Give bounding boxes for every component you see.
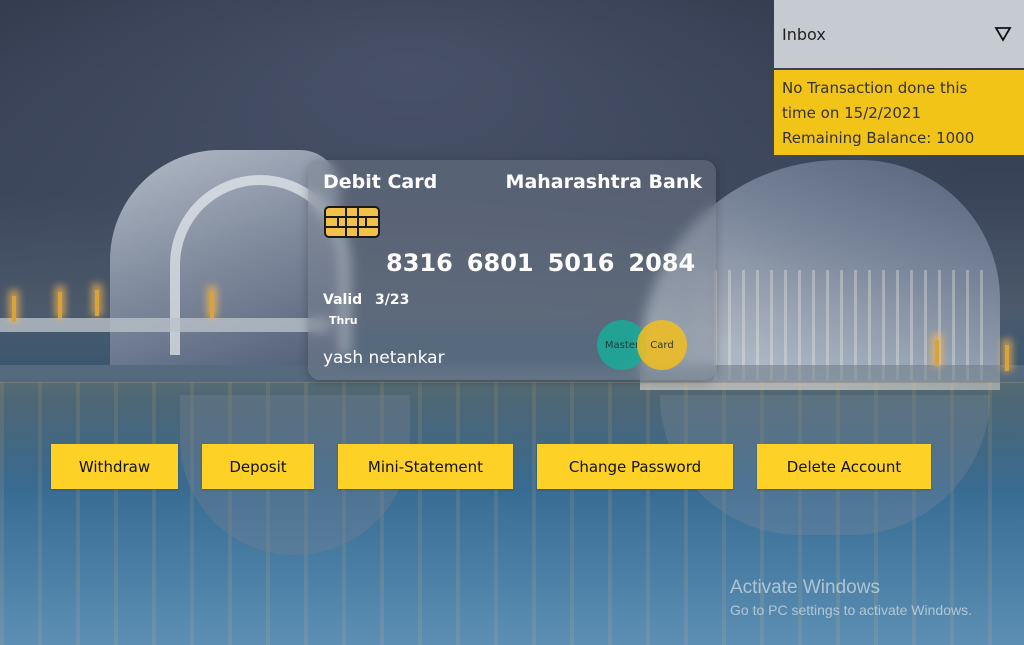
- card-chip-icon: [324, 206, 380, 238]
- mastercard-right-text: Card: [650, 339, 674, 351]
- card-number-group: 2084: [628, 249, 696, 277]
- deposit-button[interactable]: Deposit: [202, 444, 314, 489]
- change-password-button[interactable]: Change Password: [537, 444, 733, 489]
- cardholder-name: yash netankar: [323, 348, 445, 368]
- bridge: [0, 318, 330, 332]
- card-number-group: 6801: [466, 249, 534, 277]
- valid-label: Valid: [323, 292, 363, 308]
- card-number: 8316 6801 5016 2084: [386, 249, 709, 277]
- card-number-group: 8316: [386, 249, 453, 277]
- street-lamp: [935, 340, 939, 366]
- bank-name: Maharashtra Bank: [505, 171, 702, 193]
- inbox-message-line: Remaining Balance: 1000: [782, 129, 975, 147]
- street-lamp: [12, 296, 16, 322]
- street-lamp: [58, 292, 62, 318]
- triangle-down-icon: [994, 27, 1012, 42]
- inbox-dropdown[interactable]: Inbox: [774, 0, 1024, 68]
- inbox-message-panel: No Transaction done this time on 15/2/20…: [774, 70, 1024, 155]
- watermark-title: Activate Windows: [730, 577, 880, 598]
- mastercard-left-text: Master: [604, 339, 640, 351]
- delete-account-button[interactable]: Delete Account: [757, 444, 931, 489]
- card-title: Debit Card: [323, 171, 438, 193]
- inbox-message-line: No Transaction done this: [782, 79, 968, 97]
- inbox-message-line: time on 15/2/2021: [782, 104, 922, 122]
- withdraw-button[interactable]: Withdraw: [51, 444, 178, 489]
- street-lamp: [1005, 345, 1009, 371]
- valid-date: 3/23: [375, 292, 410, 308]
- activate-windows-watermark: Activate Windows Go to PC settings to ac…: [730, 577, 972, 618]
- street-lamp: [210, 292, 214, 318]
- debit-card: Debit Card Maharashtra Bank 8316 6801 5016…: [308, 160, 716, 380]
- mastercard-right-circle: Card: [637, 320, 687, 370]
- mastercard-logo: Master Card: [597, 320, 689, 370]
- street-lamp: [95, 290, 99, 316]
- mini-statement-button[interactable]: Mini-Statement: [338, 444, 513, 489]
- inbox-label: Inbox: [782, 24, 826, 44]
- thru-label: Thru: [329, 314, 358, 327]
- watermark-subtitle: Go to PC settings to activate Windows.: [730, 602, 972, 618]
- building-ribs: [700, 270, 990, 380]
- card-number-group: 5016: [547, 249, 615, 277]
